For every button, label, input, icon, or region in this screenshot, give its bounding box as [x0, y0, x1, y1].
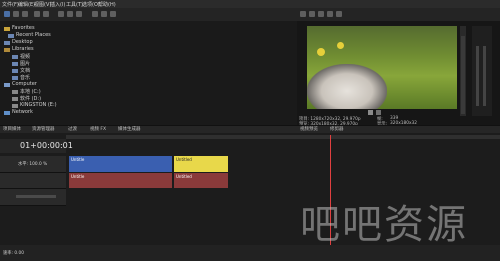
tree-item-network[interactable]: Network: [12, 109, 33, 115]
computer-icon: [4, 83, 10, 87]
documents-folder-icon: [12, 69, 18, 73]
clip-title: Untitle: [71, 157, 85, 162]
tree-item-videos[interactable]: 视频: [20, 53, 30, 60]
tab-transitions[interactable]: 过渡: [68, 126, 77, 132]
audio-volume-slider[interactable]: [16, 195, 56, 198]
recent-places-icon: [8, 34, 14, 38]
preview-quality-icon[interactable]: [309, 11, 315, 17]
tree-item-favorites[interactable]: Favorites: [12, 25, 35, 31]
copy-icon[interactable]: [67, 11, 73, 17]
snapshot-icon[interactable]: [336, 11, 342, 17]
tab-trimmer[interactable]: 修剪器: [330, 126, 344, 132]
tree-item-documents[interactable]: 文档: [20, 67, 30, 74]
split-screen-icon[interactable]: [318, 11, 324, 17]
selection-tool-icon[interactable]: [110, 11, 116, 17]
preview-settings-icon[interactable]: [300, 11, 306, 17]
tree-item-music[interactable]: 音乐: [20, 74, 30, 81]
clip-title: Untitled: [176, 157, 192, 162]
flower-image: [337, 42, 344, 49]
pictures-folder-icon: [12, 62, 18, 66]
menu-bar: 文件(F) 编辑(E) 视图(V) 插入(I) 工具(T) 选项(O) 帮助(H…: [0, 0, 500, 8]
menu-view[interactable]: 视图(V): [34, 1, 51, 8]
libraries-icon: [4, 48, 10, 52]
music-folder-icon: [12, 76, 18, 80]
master-fader-track[interactable]: [476, 46, 479, 106]
video-preview-frame: [307, 26, 457, 109]
redo-icon[interactable]: [43, 11, 49, 17]
master-bus-panel: [472, 26, 492, 116]
tab-video-fx[interactable]: 视频 FX: [90, 126, 106, 132]
clip-title: Untitled: [176, 174, 192, 179]
track-level-label: 水平: 100.0 %: [18, 162, 48, 167]
master-fader-track[interactable]: [483, 46, 486, 106]
tab-media-generators[interactable]: 媒体生成器: [118, 126, 141, 132]
volume-meter: [460, 26, 466, 116]
video-clip-2[interactable]: Untitled: [174, 156, 228, 172]
tab-video-preview[interactable]: 视频预览: [300, 126, 318, 132]
tree-item-recent-places[interactable]: Recent Places: [16, 32, 51, 38]
edit-tool-icon[interactable]: [92, 11, 98, 17]
tab-project-media[interactable]: 项目媒体: [3, 126, 21, 132]
audio-clip-1[interactable]: Untitle: [69, 173, 172, 188]
tree-item-libraries[interactable]: Libraries: [12, 46, 34, 52]
envelope-tool-icon[interactable]: [101, 11, 107, 17]
menu-tools[interactable]: 工具(T): [66, 1, 83, 8]
menu-help[interactable]: 帮助(H): [98, 1, 116, 8]
tree-item-drive-c[interactable]: 本地 (C:): [20, 88, 41, 95]
audio-track-header[interactable]: [0, 173, 66, 189]
flower-image: [317, 48, 325, 56]
network-icon: [4, 111, 10, 115]
cut-icon[interactable]: [58, 11, 64, 17]
audio-clip-2[interactable]: Untitled: [174, 173, 228, 188]
play-button[interactable]: [368, 110, 373, 115]
tree-item-drive-e[interactable]: KINGSTON (E:): [20, 102, 57, 108]
favorites-icon: [4, 27, 10, 31]
menu-edit[interactable]: 编辑(E): [18, 1, 35, 8]
paste-icon[interactable]: [76, 11, 82, 17]
tree-item-drive-d[interactable]: 软件 (D:): [20, 95, 41, 102]
badger-image: [307, 64, 387, 109]
menu-file[interactable]: 文件(F): [2, 1, 19, 8]
main-toolbar: [0, 8, 500, 22]
watermark: 吧吧资源: [300, 202, 468, 248]
audio-track-header-2[interactable]: [0, 189, 66, 206]
save-icon[interactable]: [22, 11, 28, 17]
volume-meter-track: [461, 36, 465, 114]
menu-insert[interactable]: 插入(I): [50, 1, 65, 8]
videos-folder-icon: [12, 55, 18, 59]
video-clip-1[interactable]: Untitle: [69, 156, 172, 172]
tab-explorer[interactable]: 资源管理器: [32, 126, 55, 132]
stop-button[interactable]: [376, 110, 381, 115]
video-track-header[interactable]: 水平: 100.0 %: [0, 156, 66, 173]
rate-label: 速率: 0.00: [3, 251, 24, 256]
timecode-display: 01+00:00:01: [0, 139, 73, 153]
explorer-tree: Favorites Recent Places Desktop Librarie…: [2, 25, 298, 124]
drive-c-icon: [12, 90, 18, 94]
tree-item-desktop[interactable]: Desktop: [12, 39, 33, 45]
tree-item-pictures[interactable]: 图片: [20, 60, 30, 67]
drive-d-icon: [12, 97, 18, 101]
timeline-ruler[interactable]: [66, 135, 500, 139]
desktop-icon: [4, 41, 10, 45]
overlay-icon[interactable]: [327, 11, 333, 17]
open-icon[interactable]: [13, 11, 19, 17]
new-project-icon[interactable]: [4, 11, 10, 17]
timecode-text: 01+00:00:01: [20, 141, 73, 150]
clip-title: Untitle: [71, 174, 85, 179]
tree-item-computer[interactable]: Computer: [12, 81, 37, 87]
undo-icon[interactable]: [34, 11, 40, 17]
drive-e-icon: [12, 104, 18, 108]
